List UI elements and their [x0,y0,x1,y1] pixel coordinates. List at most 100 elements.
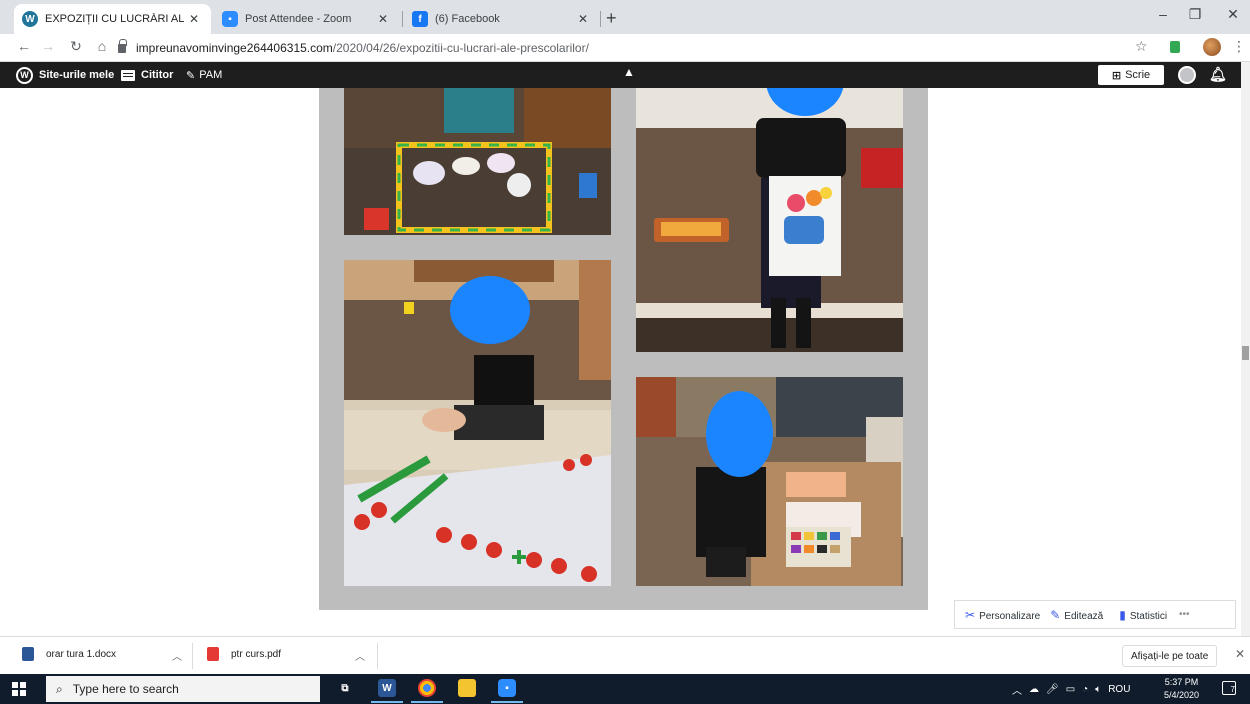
my-sites-label: Site-urile mele [39,69,115,81]
tab-divider [600,11,601,27]
search-placeholder: Type here to search [72,682,179,696]
onedrive-icon[interactable]: ☁ [1029,684,1039,695]
wifi-icon[interactable]: ◔ [1082,684,1088,695]
address-bar[interactable]: impreunavominvinge264406315.com/2020/04/… [118,37,1118,59]
photo-gallery [319,88,928,610]
more-actions-icon[interactable]: ••• [1179,609,1190,620]
reload-icon[interactable]: ↻ [66,38,86,55]
stats-link[interactable]: ▮ Statistici [1119,608,1167,622]
pencil-icon: ✎ [186,69,196,82]
download-item-docx[interactable]: orar tura 1.docx [22,647,116,661]
notification-count: 7 [1230,685,1235,694]
profile-avatar[interactable] [1203,38,1221,56]
chevron-up-icon[interactable]: ︿ [172,648,182,663]
language-indicator[interactable]: ROU [1108,684,1130,695]
new-tab-button[interactable]: + [606,8,617,29]
file-explorer-icon[interactable] [458,679,476,697]
task-view-icon[interactable]: ⧉ [336,679,354,697]
download-filename: orar tura 1.docx [46,648,117,660]
tab-zoom[interactable]: ▪ Post Attendee - Zoom ✕ [214,4,400,34]
action-center-icon[interactable]: 7 [1222,681,1236,695]
new-post-icon: ⊞ [1111,69,1122,82]
edit-label: Editează [1064,610,1104,622]
reader-link[interactable]: Cititor [121,62,173,88]
download-divider [377,643,378,669]
zoom-icon: ▪ [222,11,238,27]
write-label: Scrie [1125,69,1151,81]
tab-title: (6) Facebook [435,13,500,25]
tab-divider [402,11,403,27]
tab-title: EXPOZIȚII CU LUCRĂRI ALE PRES [45,13,185,25]
taskbar-search-input[interactable]: ⌕ Type here to search [46,676,320,702]
gallery-photo-lego-frame[interactable] [344,88,611,235]
tab-expozitii[interactable]: W EXPOZIȚII CU LUCRĂRI ALE PRES ✕ [14,4,211,34]
browser-tab-strip: W EXPOZIȚII CU LUCRĂRI ALE PRES ✕ ▪ Post… [0,0,1250,34]
wp-user-avatar[interactable] [1178,66,1196,84]
close-tab-icon[interactable]: ✕ [374,12,392,26]
close-downloads-icon[interactable]: ✕ [1235,647,1245,661]
url-host: impreunavominvinge264406315.com [136,41,333,55]
lock-icon [118,38,127,53]
photo-lego-frame-image [344,88,611,235]
maximize-icon[interactable]: ❐ [1180,6,1210,23]
chrome-app-icon[interactable] [411,679,443,703]
face-blur-overlay [706,391,773,477]
download-filename: ptr curs.pdf [231,648,282,660]
facebook-icon: f [412,11,428,27]
download-divider [192,643,193,669]
home-icon[interactable]: ⌂ [92,38,112,54]
tools-icon: ✂ [965,607,976,622]
collapse-arrow-icon[interactable]: ▲ [623,65,635,79]
gallery-photo-flower-painting[interactable] [636,88,903,352]
bookmark-star-icon[interactable]: ☆ [1135,38,1148,55]
extension-icon[interactable] [1170,41,1180,53]
scrollbar-thumb[interactable] [1242,346,1249,360]
photo-flower-painting-image [636,88,903,352]
write-button[interactable]: ⊞ Scrie [1098,65,1164,85]
chevron-up-icon[interactable]: ︿ [355,648,365,663]
pencil-icon: ✎ [1050,607,1061,622]
volume-icon[interactable]: 🔈︎ [1095,684,1101,695]
tray-expand-icon[interactable]: ︿ [1012,682,1022,697]
face-blur-overlay [450,276,530,344]
back-icon[interactable]: ← [14,38,34,54]
my-sites-link[interactable]: W Site-urile mele [16,62,114,88]
tab-title: Post Attendee - Zoom [245,13,352,25]
gallery-photo-watercolor[interactable] [636,377,903,586]
download-item-pdf[interactable]: ptr curs.pdf [207,647,281,661]
notifications-bell-icon[interactable]: 🔔︎ [1209,66,1227,83]
tab-facebook[interactable]: f (6) Facebook ✕ [404,4,600,34]
minimize-icon[interactable]: – [1148,6,1178,22]
close-window-icon[interactable]: ✕ [1218,6,1248,23]
downloads-bar: orar tura 1.docx ︿ ptr curs.pdf ︿ Afișaț… [0,636,1250,674]
search-icon: ⌕ [56,681,63,696]
windows-start-icon[interactable] [12,682,26,696]
photo-watercolor-image [636,377,903,586]
customize-link[interactable]: ✂ Personalizare [965,608,1040,622]
zoom-app-icon[interactable]: ▪ [491,679,523,703]
wp-admin-bar: W Site-urile mele Cititor ✎ PAM ▲ ⊞ Scri… [0,62,1241,88]
forward-icon[interactable]: → [38,38,58,54]
site-name-link[interactable]: ✎ PAM [186,62,222,88]
browser-menu-icon[interactable]: ⋮ [1232,38,1246,55]
close-tab-icon[interactable]: ✕ [185,12,203,26]
taskbar-clock[interactable]: 5:37 PM 5/4/2020 [1164,676,1199,702]
wordpress-icon: W [22,11,38,27]
clock-time: 5:37 PM [1164,677,1199,687]
pdf-icon [207,647,219,661]
browser-toolbar: ← → ↻ ⌂ impreunavominvinge264406315.com /… [0,34,1250,62]
battery-icon[interactable]: ▭ [1066,684,1075,695]
stats-bars-icon: ▮ [1119,607,1126,622]
stats-label: Statistici [1129,610,1168,622]
word-app-icon[interactable]: W [371,679,403,703]
edit-link[interactable]: ✎ Editează [1050,608,1103,622]
microphone-icon[interactable]: 🎤︎ [1046,684,1059,695]
close-tab-icon[interactable]: ✕ [574,12,592,26]
customize-label: Personalizare [979,610,1041,622]
wp-actions-bar: ✂ Personalizare ✎ Editează ▮ Statistici ••• [954,600,1236,629]
show-all-downloads-button[interactable]: Afișați-le pe toate [1122,645,1218,667]
clock-date: 5/4/2020 [1164,690,1200,700]
url-path: /2020/04/26/expozitii-cu-lucrari-ale-pre… [332,41,589,55]
gallery-photo-math-activity[interactable] [344,260,611,586]
site-name-label: PAM [199,69,223,81]
